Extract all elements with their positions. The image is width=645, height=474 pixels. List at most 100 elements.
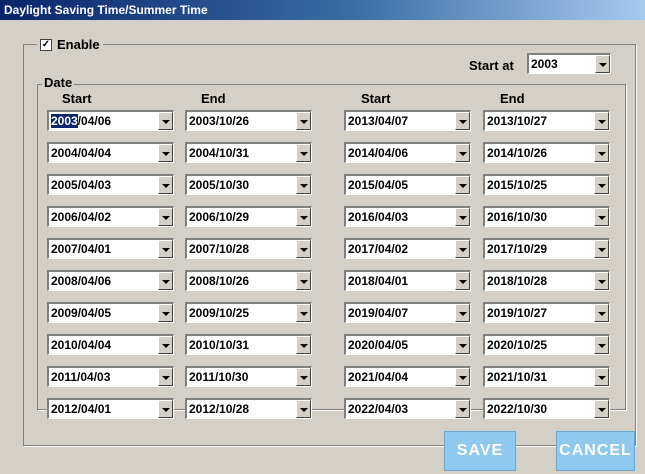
- start-date-select[interactable]: 2011/04/03: [47, 366, 174, 387]
- end-date-select[interactable]: 2013/10/27: [483, 110, 610, 131]
- start-date-select[interactable]: 2020/04/05: [344, 334, 471, 355]
- dropdown-arrow-icon[interactable]: [296, 336, 311, 354]
- dropdown-arrow-icon[interactable]: [594, 240, 609, 258]
- start-date-select[interactable]: 2021/04/04: [344, 366, 471, 387]
- column-header-end-2: End: [500, 91, 525, 106]
- dropdown-arrow-icon[interactable]: [296, 304, 311, 322]
- dropdown-arrow-icon[interactable]: [296, 368, 311, 386]
- dropdown-arrow-icon[interactable]: [158, 400, 173, 418]
- dropdown-arrow-icon[interactable]: [455, 272, 470, 290]
- end-date-select[interactable]: 2003/10/26: [185, 110, 312, 131]
- dropdown-arrow-icon[interactable]: [594, 336, 609, 354]
- end-date-select[interactable]: 2021/10/31: [483, 366, 610, 387]
- date-value: 2006/04/02: [51, 210, 112, 224]
- date-value: 2013/04/07: [348, 114, 409, 128]
- dropdown-arrow-icon[interactable]: [158, 336, 173, 354]
- save-button[interactable]: SAVE: [444, 431, 516, 471]
- dropdown-arrow-icon[interactable]: [594, 304, 609, 322]
- end-date-select[interactable]: 2004/10/31: [185, 142, 312, 163]
- dropdown-arrow-icon[interactable]: [594, 368, 609, 386]
- date-value: 2013/10/27: [487, 114, 548, 128]
- dropdown-arrow-icon[interactable]: [296, 400, 311, 418]
- end-date-select[interactable]: 2018/10/28: [483, 270, 610, 291]
- dropdown-arrow-icon[interactable]: [455, 176, 470, 194]
- dropdown-arrow-icon[interactable]: [158, 240, 173, 258]
- dropdown-arrow-icon[interactable]: [296, 144, 311, 162]
- dropdown-arrow-icon[interactable]: [296, 272, 311, 290]
- start-date-select[interactable]: 2014/04/06: [344, 142, 471, 163]
- date-value: 2004/10/31: [189, 146, 250, 160]
- start-at-year-select[interactable]: 2003: [527, 53, 611, 74]
- dropdown-arrow-icon[interactable]: [455, 240, 470, 258]
- end-date-select[interactable]: 2014/10/26: [483, 142, 610, 163]
- dropdown-arrow-icon[interactable]: [158, 208, 173, 226]
- dropdown-arrow-icon[interactable]: [158, 272, 173, 290]
- end-date-select[interactable]: 2009/10/25: [185, 302, 312, 323]
- end-date-select[interactable]: 2010/10/31: [185, 334, 312, 355]
- dropdown-arrow-icon[interactable]: [158, 112, 173, 130]
- start-date-select[interactable]: 2007/04/01: [47, 238, 174, 259]
- date-value: 2018/04/01: [348, 274, 409, 288]
- cancel-button[interactable]: CANCEL: [556, 431, 635, 471]
- dropdown-arrow-icon[interactable]: [455, 144, 470, 162]
- end-date-select[interactable]: 2016/10/30: [483, 206, 610, 227]
- date-value: 2007/04/01: [51, 242, 112, 256]
- dropdown-arrow-icon[interactable]: [455, 208, 470, 226]
- start-date-select[interactable]: 2015/04/05: [344, 174, 471, 195]
- start-date-select[interactable]: 2013/04/07: [344, 110, 471, 131]
- end-date-select[interactable]: 2017/10/29: [483, 238, 610, 259]
- dropdown-arrow-icon[interactable]: [455, 112, 470, 130]
- date-value: 2008/10/26: [189, 274, 250, 288]
- column-header-start-2: Start: [361, 91, 391, 106]
- date-value: 2005/04/03: [51, 178, 112, 192]
- end-date-select[interactable]: 2020/10/25: [483, 334, 610, 355]
- start-date-select[interactable]: 2004/04/04: [47, 142, 174, 163]
- dropdown-arrow-icon[interactable]: [594, 144, 609, 162]
- dropdown-arrow-icon[interactable]: [455, 336, 470, 354]
- dropdown-arrow-icon[interactable]: [296, 112, 311, 130]
- start-date-select[interactable]: 2018/04/01: [344, 270, 471, 291]
- start-date-select[interactable]: 2012/04/01: [47, 398, 174, 419]
- dropdown-arrow-icon[interactable]: [594, 400, 609, 418]
- date-value: 2009/10/25: [189, 306, 250, 320]
- start-date-select[interactable]: 2019/04/07: [344, 302, 471, 323]
- end-date-select[interactable]: 2007/10/28: [185, 238, 312, 259]
- dropdown-arrow-icon[interactable]: [594, 272, 609, 290]
- dropdown-arrow-icon[interactable]: [296, 208, 311, 226]
- start-date-select[interactable]: 2017/04/02: [344, 238, 471, 259]
- end-date-select[interactable]: 2008/10/26: [185, 270, 312, 291]
- start-date-select[interactable]: 2010/04/04: [47, 334, 174, 355]
- dropdown-arrow-icon[interactable]: [455, 368, 470, 386]
- end-date-select[interactable]: 2011/10/30: [185, 366, 312, 387]
- end-date-select[interactable]: 2022/10/30: [483, 398, 610, 419]
- start-date-select[interactable]: 2006/04/02: [47, 206, 174, 227]
- start-date-select[interactable]: 2008/04/06: [47, 270, 174, 291]
- start-date-select[interactable]: 2005/04/03: [47, 174, 174, 195]
- dropdown-arrow-icon[interactable]: [594, 176, 609, 194]
- date-value: 2016/04/03: [348, 210, 409, 224]
- start-at-value: 2003: [531, 57, 558, 71]
- end-date-select[interactable]: 2006/10/29: [185, 206, 312, 227]
- dropdown-arrow-icon[interactable]: [455, 400, 470, 418]
- dropdown-arrow-icon[interactable]: [594, 112, 609, 130]
- end-date-select[interactable]: 2012/10/28: [185, 398, 312, 419]
- enable-checkbox[interactable]: ✓ Enable: [37, 37, 103, 53]
- start-date-select[interactable]: 2016/04/03: [344, 206, 471, 227]
- window-title: Daylight Saving Time/Summer Time: [0, 0, 645, 20]
- start-date-select[interactable]: 2003/04/06: [47, 110, 174, 131]
- dropdown-arrow-icon[interactable]: [296, 176, 311, 194]
- dropdown-arrow-icon[interactable]: [158, 144, 173, 162]
- dropdown-arrow-icon[interactable]: [158, 368, 173, 386]
- dropdown-arrow-icon[interactable]: [595, 55, 610, 73]
- dropdown-arrow-icon[interactable]: [455, 304, 470, 322]
- end-date-select[interactable]: 2005/10/30: [185, 174, 312, 195]
- end-date-select[interactable]: 2015/10/25: [483, 174, 610, 195]
- date-value: 2008/04/06: [51, 274, 112, 288]
- dropdown-arrow-icon[interactable]: [594, 208, 609, 226]
- start-date-select[interactable]: 2022/04/03: [344, 398, 471, 419]
- end-date-select[interactable]: 2019/10/27: [483, 302, 610, 323]
- dropdown-arrow-icon[interactable]: [158, 304, 173, 322]
- start-date-select[interactable]: 2009/04/05: [47, 302, 174, 323]
- dropdown-arrow-icon[interactable]: [158, 176, 173, 194]
- dropdown-arrow-icon[interactable]: [296, 240, 311, 258]
